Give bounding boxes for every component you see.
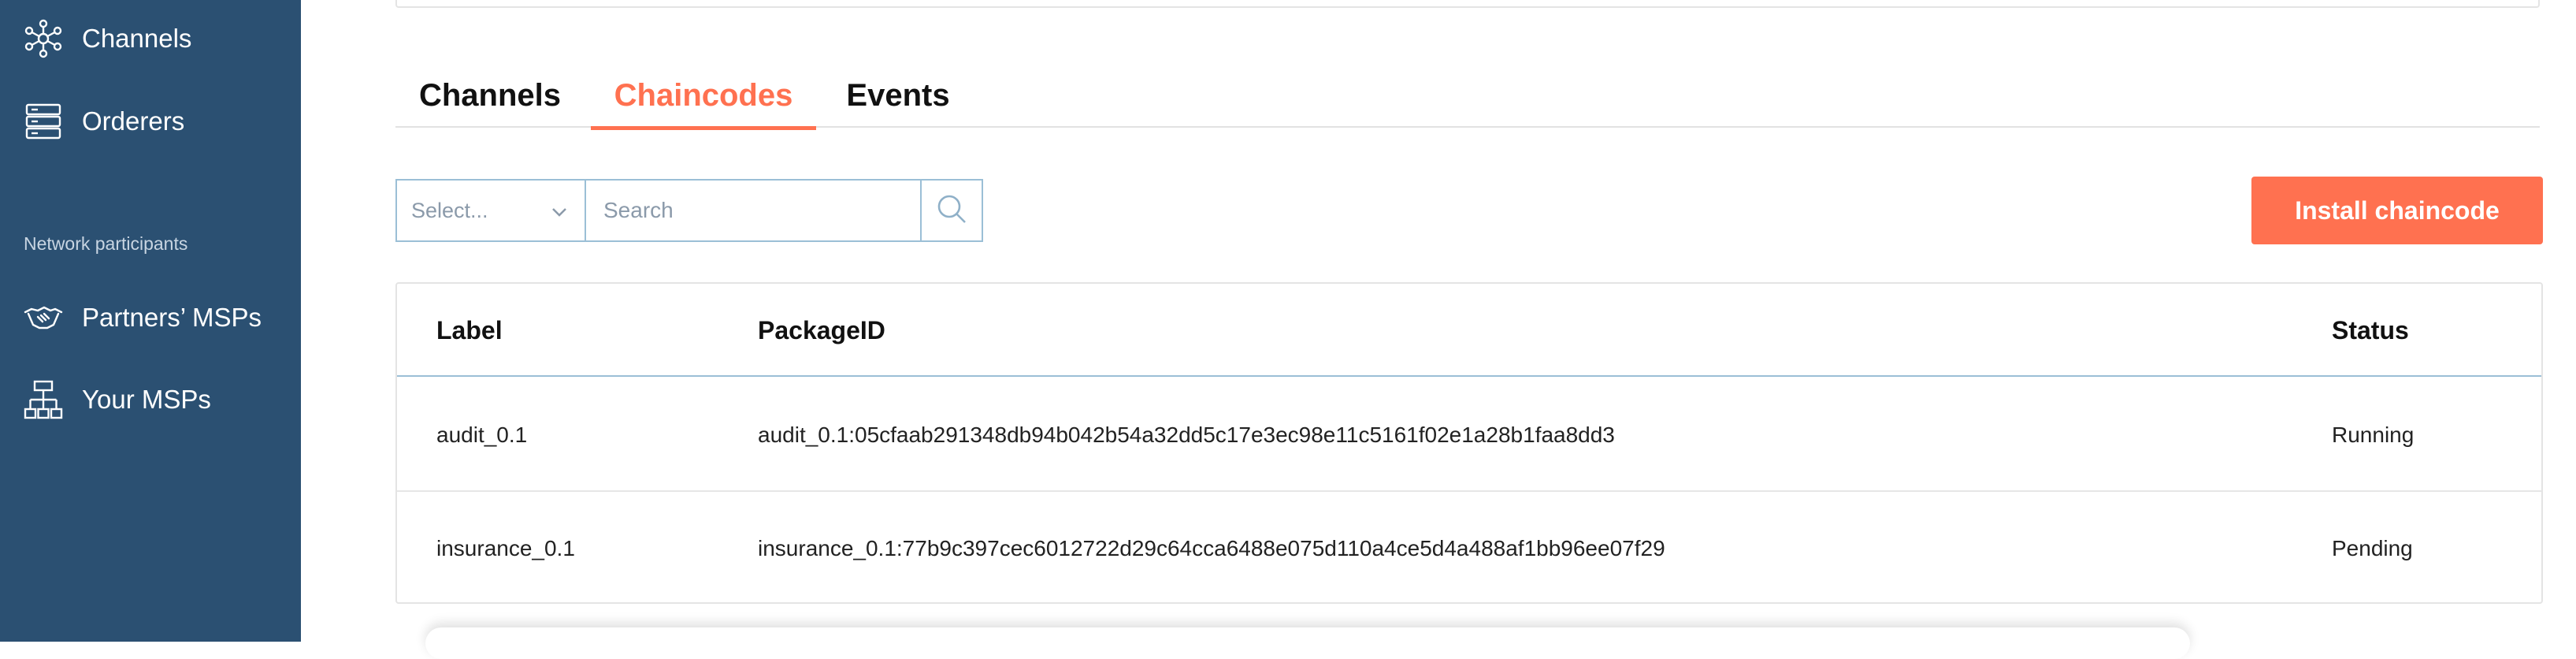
org-chart-icon [24, 380, 63, 419]
search-icon [935, 192, 968, 229]
chevron-down-icon [548, 201, 570, 223]
filter-select-value: Select... [411, 198, 488, 222]
column-header-status: Status [2332, 315, 2409, 344]
sidebar-item-label: Your MSPs [82, 385, 211, 414]
network-nodes-icon [24, 19, 63, 58]
cell-label: insurance_0.1 [436, 536, 575, 560]
handshake-icon [24, 298, 63, 337]
column-header-label: Label [436, 315, 503, 344]
sidebar-item-partners-msps[interactable]: Partners’ MSPs [24, 290, 291, 345]
sidebar-item-your-msps[interactable]: Your MSPs [24, 372, 291, 427]
tab-events[interactable]: Events [844, 63, 952, 128]
sidebar-item-channels[interactable]: Channels [24, 11, 291, 66]
sidebar-item-label: Orderers [82, 106, 185, 136]
cell-status: Running [2332, 423, 2415, 447]
cell-status: Pending [2332, 536, 2413, 560]
top-card [395, 0, 2540, 8]
cell-label: audit_0.1 [436, 423, 528, 447]
tab-channels[interactable]: Channels [419, 63, 561, 128]
sidebar-item-label: Channels [82, 24, 192, 53]
sidebar-section-title: Network participants [24, 233, 188, 254]
sidebar-item-label: Partners’ MSPs [82, 303, 262, 332]
sidebar: Channels Orderers Network participants P… [0, 0, 301, 642]
tab-chaincodes[interactable]: Chaincodes [591, 63, 816, 130]
sidebar-item-orderers[interactable]: Orderers [24, 94, 291, 149]
search-input[interactable] [585, 179, 922, 242]
chaincode-table: Label PackageID Status audit_0.1 audit_0… [395, 282, 2543, 604]
server-stack-icon [24, 102, 63, 141]
table-row[interactable]: audit_0.1 audit_0.1:05cfaab291348db94b04… [397, 378, 2541, 492]
cell-package-id: audit_0.1:05cfaab291348db94b042b54a32dd5… [758, 423, 1615, 447]
install-chaincode-button[interactable]: Install chaincode [2251, 177, 2543, 244]
cell-package-id: insurance_0.1:77b9c397cec6012722d29c64cc… [758, 536, 1665, 560]
column-header-package-id: PackageID [758, 315, 885, 344]
filter-select[interactable]: Select... [395, 179, 585, 242]
tab-bar: Channels Chaincodes Events [395, 63, 2540, 130]
search-button[interactable] [920, 179, 983, 242]
table-row[interactable]: insurance_0.1 insurance_0.1:77b9c397cec6… [397, 492, 2541, 605]
next-card-edge [425, 627, 2190, 659]
table-header: Label PackageID Status [397, 284, 2541, 377]
